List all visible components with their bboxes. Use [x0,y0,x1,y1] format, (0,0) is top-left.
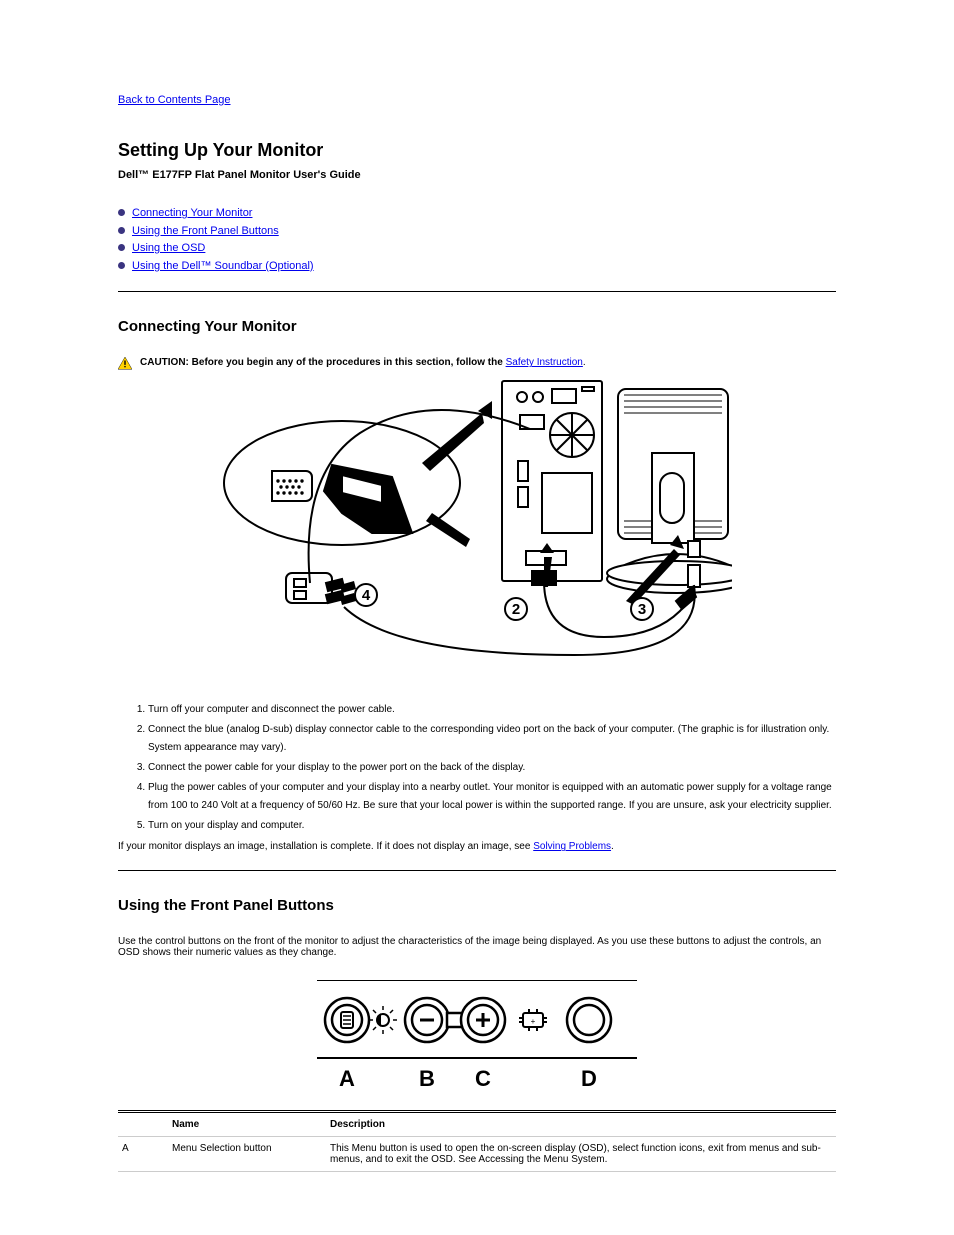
row-key: A [118,1137,168,1172]
nav-link-connecting[interactable]: Connecting Your Monitor [132,207,252,219]
safety-instruction-link[interactable]: Safety Instruction [506,357,583,368]
section-title-front-panel: Using the Front Panel Buttons [118,897,836,914]
product-line: Dell™ E177FP Flat Panel Monitor User's G… [118,169,836,181]
back-to-contents-link[interactable]: Back to Contents Page [118,94,231,106]
row-desc: This Menu button is used to open the on-… [326,1137,836,1172]
panel-label-c: C [475,1066,491,1091]
caution-row: CAUTION: Before you begin any of the pro… [118,357,836,369]
divider [118,291,836,292]
callout-4: 4 [362,587,371,604]
nav-link-list: Connecting Your Monitor Using the Front … [118,205,836,275]
row-name: Menu Selection button [168,1137,326,1172]
front-panel-figure: + A B C D [317,980,637,1100]
control-table: Name Description A Menu Selection button… [118,1110,836,1172]
step-3: Connect the power cable for your display… [148,759,836,777]
after-steps-line: If your monitor displays an image, insta… [118,841,836,852]
step-5: Turn on your display and computer. [148,817,836,835]
th-key [118,1112,168,1137]
nav-link-soundbar[interactable]: Using the Dell™ Soundbar (Optional) [132,260,314,272]
panel-label-d: D [581,1066,597,1091]
section-title-connecting: Connecting Your Monitor [118,318,836,335]
warning-icon [118,357,132,369]
nav-link-front-panel[interactable]: Using the Front Panel Buttons [132,225,279,237]
connection-figure: 2 3 4 [222,373,732,693]
table-row: A Menu Selection button This Menu button… [118,1137,836,1172]
step-2: Connect the blue (analog D-sub) display … [148,721,836,757]
front-panel-note: Use the control buttons on the front of … [118,936,836,958]
caution-text: CAUTION: Before you begin any of the pro… [140,357,586,368]
step-4: Plug the power cables of your computer a… [148,779,836,815]
divider [118,870,836,871]
callout-3: 3 [638,601,646,618]
nav-link-osd[interactable]: Using the OSD [132,242,205,254]
th-name: Name [168,1112,326,1137]
install-steps: Turn off your computer and disconnect th… [118,701,836,835]
panel-label-b: B [419,1066,435,1091]
solving-problems-link[interactable]: Solving Problems [533,841,611,852]
panel-label-a: A [339,1066,355,1091]
svg-text:+: + [531,1017,536,1026]
th-desc: Description [326,1112,836,1137]
step-1: Turn off your computer and disconnect th… [148,701,836,719]
callout-2: 2 [512,601,520,618]
page-title: Setting Up Your Monitor [118,140,836,161]
